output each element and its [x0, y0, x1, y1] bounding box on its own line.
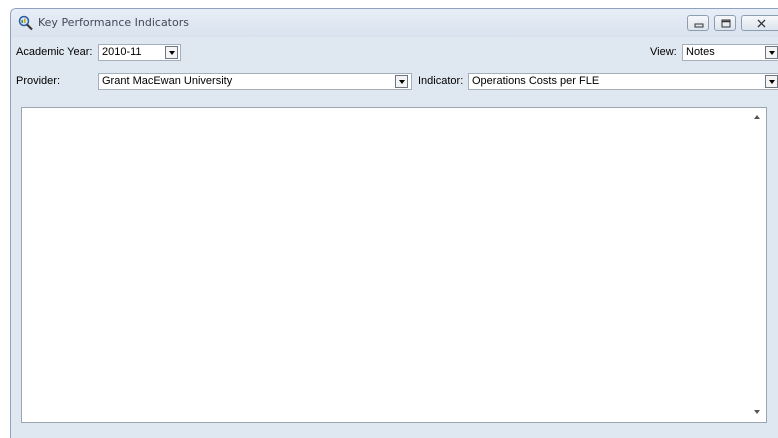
- restore-button[interactable]: [714, 15, 736, 31]
- minimize-icon: [694, 23, 704, 28]
- view-select[interactable]: Notes: [682, 44, 778, 61]
- notes-textarea[interactable]: [21, 107, 767, 423]
- academic-year-value: 2010-11: [102, 46, 142, 58]
- provider-label: Provider:: [16, 75, 61, 87]
- academic-year-select[interactable]: 2010-11: [98, 44, 181, 61]
- view-value: Notes: [686, 46, 715, 58]
- close-button[interactable]: [741, 15, 778, 31]
- chevron-down-icon[interactable]: [395, 75, 408, 88]
- window-title: Key Performance Indicators: [38, 16, 189, 29]
- chevron-down-icon[interactable]: [765, 46, 778, 59]
- minimize-button[interactable]: [687, 15, 709, 31]
- vertical-scrollbar[interactable]: [749, 108, 766, 422]
- magnifier-chart-icon: [17, 15, 35, 31]
- chevron-down-icon[interactable]: [765, 75, 778, 88]
- title-bar[interactable]: Key Performance Indicators: [11, 9, 778, 37]
- academic-year-label: Academic Year:: [16, 46, 93, 58]
- indicator-value: Operations Costs per FLE: [472, 75, 600, 87]
- provider-select[interactable]: Grant MacEwan University: [98, 73, 412, 90]
- chevron-down-icon[interactable]: [165, 46, 178, 59]
- kpi-window: Key Performance Indicators Academic Year…: [10, 8, 778, 438]
- indicator-label: Indicator:: [418, 75, 464, 87]
- restore-icon: [721, 19, 731, 28]
- provider-value: Grant MacEwan University: [102, 75, 233, 87]
- close-icon: [757, 19, 766, 28]
- scroll-up-icon[interactable]: [754, 115, 760, 119]
- indicator-select[interactable]: Operations Costs per FLE: [468, 73, 778, 90]
- view-label: View:: [650, 46, 677, 58]
- scroll-down-icon[interactable]: [754, 410, 760, 414]
